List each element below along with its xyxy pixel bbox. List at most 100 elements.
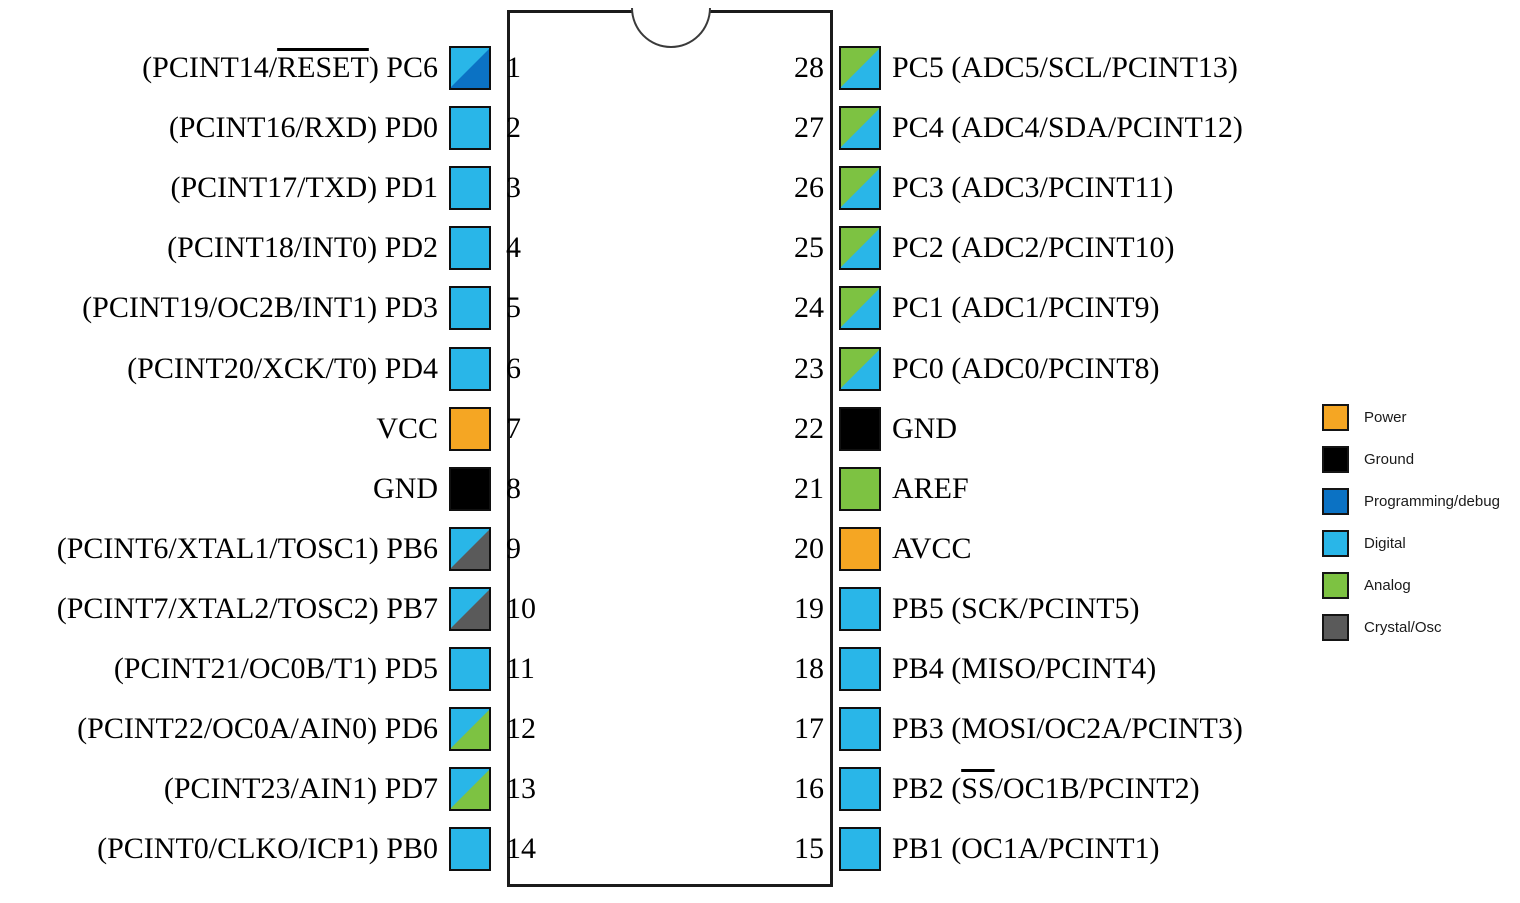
pin-pad-3	[449, 166, 491, 211]
pin-label-16: PB2 (SS/OC1B/PCINT2)	[892, 772, 1200, 806]
pin-label-25: PC2 (ADC2/PCINT10)	[892, 231, 1175, 265]
legend-swatch-icon	[1322, 403, 1349, 431]
pin-row-4: (PCINT18/INT0) PD2 4	[0, 224, 560, 272]
pin-label-8: GND	[373, 471, 438, 505]
pin-row-1: (PCINT14/RESET) PC6 1	[0, 44, 560, 92]
pin-number-9: 9	[506, 531, 521, 565]
pin-row-7: VCC 7	[0, 405, 560, 453]
pin-row-17: 17 PB3 (MOSI/OC2A/PCINT3)	[770, 705, 1520, 753]
legend-label: Power	[1364, 408, 1407, 426]
legend-item-power: Power	[1322, 396, 1500, 438]
pin-pad-28	[839, 46, 881, 90]
pin-pad-9	[449, 526, 491, 571]
pin-row-13: (PCINT23/AIN1) PD7 13	[0, 765, 560, 813]
pin-pad-8	[449, 466, 491, 511]
pin-label-18: PB4 (MISO/PCINT4)	[892, 652, 1157, 685]
pin-pad-11	[449, 647, 491, 691]
pin-row-18: 18 PB4 (MISO/PCINT4)	[770, 645, 1520, 693]
pin-label-10: (PCINT7/XTAL2/TOSC2) PB7	[56, 591, 438, 625]
pin-row-5: (PCINT19/OC2B/INT1) PD3 5	[0, 284, 560, 332]
pin-number-2: 2	[506, 111, 521, 145]
pin-label-7: VCC	[376, 411, 438, 445]
legend-label: Programming/debug	[1364, 492, 1500, 510]
legend-label: Crystal/Osc	[1364, 618, 1442, 636]
pin-number-4: 4	[506, 231, 521, 265]
pin-row-14: (PCINT0/CLKO/ICP1) PB0 14	[0, 825, 560, 873]
pin-pad-6	[449, 346, 491, 391]
pin-pad-4	[449, 226, 491, 271]
pin-label-19: PB5 (SCK/PCINT5)	[892, 591, 1140, 625]
legend-swatch-icon	[1322, 529, 1349, 557]
pin-pad-22	[839, 406, 881, 451]
pin-label-23: PC0 (ADC0/PCINT8)	[892, 351, 1160, 385]
pin-number-5: 5	[506, 291, 521, 325]
pin-number-3: 3	[506, 171, 521, 205]
pin-number-16: 16	[794, 772, 824, 806]
pin-pad-1	[449, 46, 491, 90]
pin-label-11: (PCINT21/OC0B/T1) PD5	[113, 652, 438, 685]
pin-label-1: (PCINT14/RESET) PC6	[142, 51, 438, 84]
pin-pad-27	[839, 106, 881, 151]
pin-number-20: 20	[794, 531, 824, 565]
pin-pad-16	[839, 767, 881, 812]
pin-label-12: (PCINT22/OC0A/AIN0) PD6	[77, 712, 438, 746]
legend-item-digital: Digital	[1322, 522, 1500, 564]
pin-pad-7	[449, 406, 491, 451]
pin-number-6: 6	[506, 351, 521, 385]
legend-swatch-icon	[1322, 571, 1349, 599]
pin-row-16: 16 PB2 (SS/OC1B/PCINT2)	[770, 765, 1520, 813]
pin-number-24: 24	[794, 291, 824, 325]
pin-label-13: (PCINT23/AIN1) PD7	[163, 772, 438, 806]
legend-swatch-icon	[1322, 487, 1349, 515]
pin-label-21: AREF	[892, 471, 969, 505]
pin-row-28: 28 PC5 (ADC5/SCL/PCINT13)	[770, 44, 1520, 92]
pin-pad-26	[839, 166, 881, 211]
pin-row-26: 26 PC3 (ADC3/PCINT11)	[770, 164, 1520, 212]
pin-label-17: PB3 (MOSI/OC2A/PCINT3)	[892, 712, 1243, 746]
legend-label: Analog	[1364, 576, 1411, 594]
pin-pad-14	[449, 827, 491, 872]
pin-row-15: 15 PB1 (OC1A/PCINT1)	[770, 825, 1520, 873]
pin-label-26: PC3 (ADC3/PCINT11)	[892, 171, 1174, 205]
pin-pad-19	[839, 586, 881, 631]
pin-label-15: PB1 (OC1A/PCINT1)	[892, 832, 1160, 866]
pin-number-21: 21	[794, 471, 824, 505]
pin-label-24: PC1 (ADC1/PCINT9)	[892, 291, 1160, 325]
pin-row-23: 23 PC0 (ADC0/PCINT8)	[770, 345, 1520, 393]
pin-row-8: GND 8	[0, 465, 560, 513]
pin-number-23: 23	[794, 351, 824, 385]
pin-pad-18	[839, 647, 881, 691]
pin-number-13: 13	[506, 772, 536, 806]
pin-label-14: (PCINT0/CLKO/ICP1) PB0	[97, 832, 438, 866]
pin-pad-15	[839, 827, 881, 872]
legend-swatch-icon	[1322, 445, 1349, 473]
pin-label-9: (PCINT6/XTAL1/TOSC1) PB6	[56, 531, 438, 565]
legend: Power Ground Programming/debug Digital Analo…	[1322, 396, 1500, 648]
pin-number-26: 26	[794, 171, 824, 205]
legend-item-ground: Ground	[1322, 438, 1500, 480]
pin-number-11: 11	[506, 652, 535, 685]
pin-number-14: 14	[506, 832, 536, 866]
pin-number-8: 8	[506, 471, 521, 505]
legend-item-programming-debug: Programming/debug	[1322, 480, 1500, 522]
pin-label-4: (PCINT18/INT0) PD2	[167, 231, 438, 265]
pin-pad-23	[839, 346, 881, 391]
pin-label-22: GND	[892, 411, 957, 445]
pin-row-9: (PCINT6/XTAL1/TOSC1) PB6 9	[0, 525, 560, 573]
pin-number-17: 17	[794, 712, 824, 746]
pin-row-11: (PCINT21/OC0B/T1) PD5 11	[0, 645, 560, 693]
pin-label-5: (PCINT19/OC2B/INT1) PD3	[82, 291, 438, 325]
pin-label-28: PC5 (ADC5/SCL/PCINT13)	[892, 51, 1238, 84]
pin-row-12: (PCINT22/OC0A/AIN0) PD6 12	[0, 705, 560, 753]
pin-number-10: 10	[506, 591, 536, 625]
legend-label: Ground	[1364, 450, 1415, 468]
legend-swatch-icon	[1322, 613, 1349, 641]
pin-number-27: 27	[794, 111, 824, 145]
pin-pad-20	[839, 526, 881, 571]
pin-label-3: (PCINT17/TXD) PD1	[170, 171, 439, 205]
pin-pad-10	[449, 586, 491, 631]
pin-number-1: 1	[506, 51, 521, 84]
pin-pad-12	[449, 707, 491, 752]
pin-number-18: 18	[794, 652, 824, 685]
pin-label-20: AVCC	[892, 531, 972, 565]
